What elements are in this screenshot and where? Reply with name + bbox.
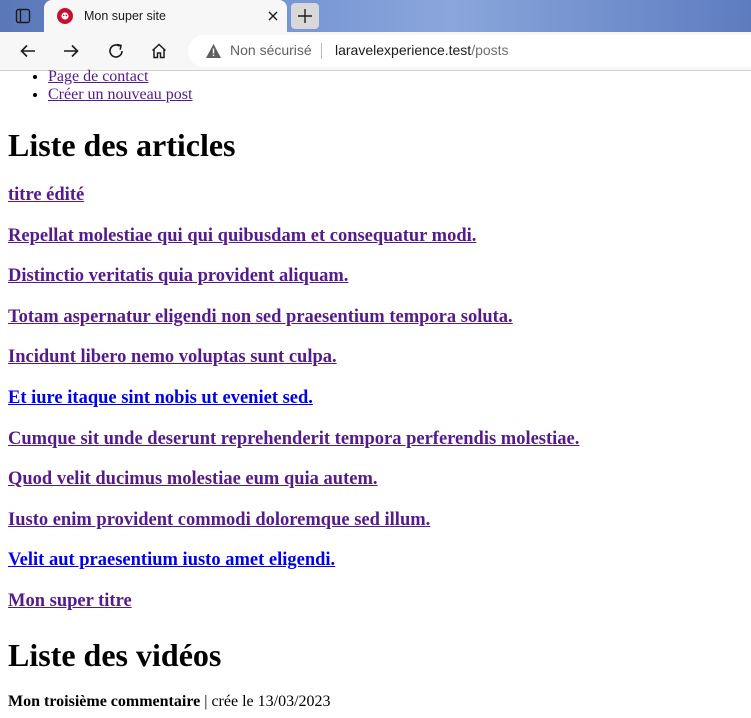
url-host: laravelexperience.test [335,42,472,58]
articles-heading: Liste des articles [8,127,236,163]
article-link[interactable]: Iusto enim provident commodi doloremque … [8,509,430,531]
page-nav-list: Page de contact Créer un nouveau post [28,68,192,104]
article-link[interactable]: Velit aut praesentium iusto amet eligend… [8,549,335,571]
url-text[interactable]: laravelexperience.test/posts [335,42,509,58]
address-divider [321,43,322,59]
article-link[interactable]: Totam aspernatur eligendi non sed praese… [8,306,513,328]
url-path: /posts [471,42,509,58]
close-tab-icon[interactable] [265,8,281,24]
warning-icon[interactable] [205,43,222,64]
create-post-link[interactable]: Créer un nouveau post [48,86,192,103]
security-status[interactable]: Non sécurisé [230,42,312,58]
comment-date: crée le 13/03/2023 [211,693,331,710]
active-tab[interactable]: Mon super site [44,0,287,32]
comment-separator: | [200,693,212,710]
article-link[interactable]: titre édité [8,184,84,206]
site-favicon-icon [57,8,73,24]
refresh-icon [109,43,123,58]
comment-title: Mon troisième commentaire [8,693,201,710]
article-link[interactable]: Et iure itaque sint nobis ut eveniet sed… [8,387,313,409]
article-link[interactable]: Repellat molestiae qui qui quibusdam et … [8,225,476,247]
article-link[interactable]: Cumque sit unde deserunt reprehenderit t… [8,428,579,450]
nav-item: Créer un nouveau post [48,86,192,104]
article-link[interactable]: Incidunt libero nemo voluptas sunt culpa… [8,346,337,368]
plus-icon [298,9,312,23]
article-link[interactable]: Quod velit ducimus molestiae eum quia au… [8,468,378,490]
address-bar[interactable]: Non sécurisé laravelexperience.test/post… [188,35,751,67]
article-link[interactable]: Distinctio veritatis quia provident aliq… [8,265,348,287]
home-button[interactable] [146,38,172,64]
contact-page-link[interactable]: Page de contact [48,68,148,85]
forward-button[interactable] [58,38,84,64]
refresh-button[interactable] [103,38,129,64]
back-button[interactable] [15,38,41,64]
tab-title: Mon super site [84,9,166,23]
nav-item: Page de contact [48,68,192,86]
navigation-bar: Non sécurisé laravelexperience.test/post… [0,32,751,71]
arrow-left-icon [20,44,35,58]
arrow-right-icon [64,44,79,58]
tab-bar: Mon super site [0,0,751,32]
videos-heading: Liste des vidéos [8,637,222,673]
comment-item: Mon troisième commentaire | crée le 13/0… [8,692,331,712]
article-link[interactable]: Mon super titre [8,590,132,612]
page-content: Page de contact Créer un nouveau post Li… [0,68,751,718]
tab-actions-icon[interactable] [8,4,38,28]
home-icon [151,43,167,59]
new-tab-button[interactable] [291,3,319,29]
